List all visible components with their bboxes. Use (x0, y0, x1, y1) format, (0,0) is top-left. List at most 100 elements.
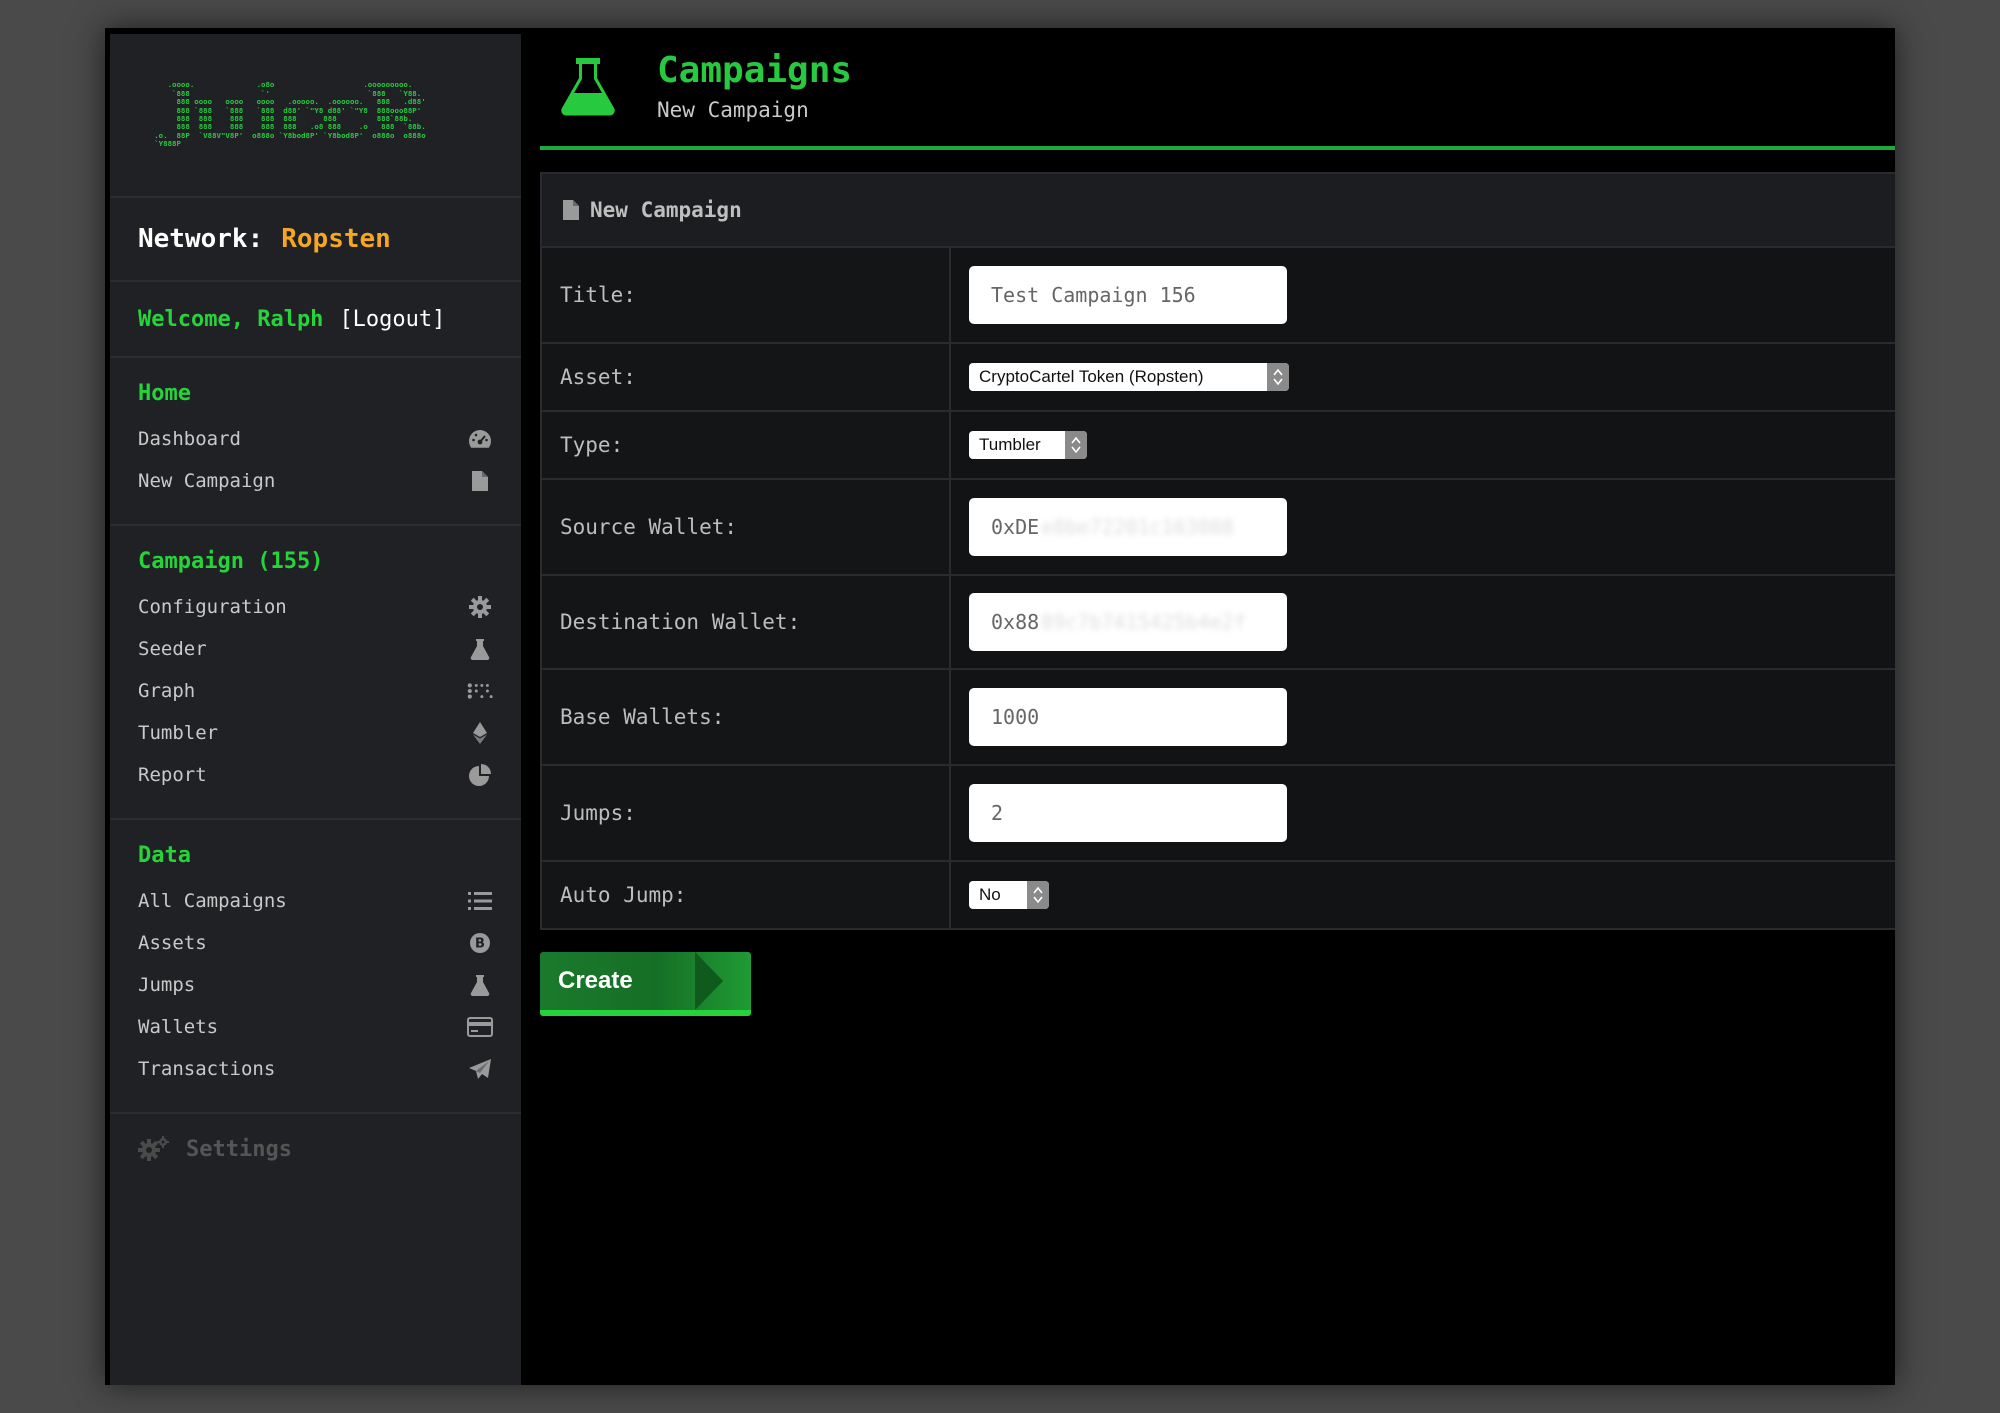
sidebar-item-label: Dashboard (138, 428, 241, 450)
select-arrows-icon (1267, 363, 1289, 391)
bitcoin-icon: B (467, 930, 493, 956)
sidebar-item-label: Wallets (138, 1016, 219, 1038)
sidebar-item-tumbler[interactable]: Tumbler (110, 712, 521, 754)
sidebar-item-label: Transactions (138, 1058, 276, 1080)
nav-section-home: Home Dashboard New Campaign (110, 358, 521, 526)
sidebar-item-jumps[interactable]: Jumps (110, 964, 521, 1006)
sidebar-item-seeder[interactable]: Seeder (110, 628, 521, 670)
list-icon (467, 888, 493, 914)
logout-link[interactable]: [Logout] (339, 307, 445, 332)
welcome-text: Welcome, Ralph (138, 306, 324, 332)
auto-jump-label: Auto Jump: (542, 862, 951, 928)
type-select[interactable]: Tumbler (969, 431, 1087, 459)
nav-heading-campaign[interactable]: Campaign (155) (110, 544, 521, 580)
sidebar-item-assets[interactable]: Assets B (110, 922, 521, 964)
sidebar-item-label: Graph (138, 680, 196, 702)
sidebar-item-all-campaigns[interactable]: All Campaigns (110, 880, 521, 922)
form-row-destination-wallet: Destination Wallet: 0x88 89c7b7415425b4e2… (542, 576, 1895, 670)
credit-card-icon (467, 1014, 493, 1040)
sidebar-item-transactions[interactable]: Transactions (110, 1048, 521, 1090)
type-select-value: Tumbler (979, 435, 1041, 454)
sidebar-item-label: Tumbler (138, 722, 219, 744)
nav-heading-data[interactable]: Data (110, 838, 521, 874)
sidebar-item-settings[interactable]: Settings (110, 1114, 521, 1184)
file-icon (467, 468, 493, 494)
network-label: Network: (138, 224, 264, 254)
page-subtitle: New Campaign (657, 98, 809, 122)
asset-select-value: CryptoCartel Token (Ropsten) (979, 367, 1204, 386)
select-arrows-icon (1065, 431, 1087, 459)
gear-icon (467, 594, 493, 620)
nav-heading-home[interactable]: Home (110, 376, 521, 412)
welcome-bar: Welcome, Ralph [Logout] (110, 282, 521, 358)
destination-wallet-prefix: 0x88 (991, 610, 1040, 634)
file-icon (562, 199, 580, 221)
sidebar-item-wallets[interactable]: Wallets (110, 1006, 521, 1048)
settings-label: Settings (186, 1136, 292, 1162)
source-wallet-label: Source Wallet: (542, 480, 951, 574)
asset-label: Asset: (542, 344, 951, 410)
sidebar-item-label: New Campaign (138, 470, 276, 492)
jumps-label: Jumps: (542, 766, 951, 860)
graph-icon (467, 678, 493, 704)
create-button-label: Create (558, 967, 633, 994)
auto-jump-value: No (979, 885, 1001, 904)
panel-title: New Campaign (590, 198, 742, 222)
ethereum-icon (467, 720, 493, 746)
sidebar-item-label: Jumps (138, 974, 196, 996)
chevron-right-icon (695, 952, 723, 1010)
svg-text:B: B (475, 937, 485, 952)
form-row-type: Type: Tumbler (542, 412, 1895, 480)
base-wallets-input[interactable]: 1000 (969, 688, 1287, 746)
gears-icon (138, 1136, 170, 1162)
form-row-source-wallet: Source Wallet: 0xDE e8be72201c163088 (542, 480, 1895, 576)
sidebar-item-configuration[interactable]: Configuration (110, 586, 521, 628)
network-value: Ropsten (281, 224, 391, 254)
jumps-input[interactable]: 2 (969, 784, 1287, 842)
sidebar-item-label: Report (138, 764, 207, 786)
nav-section-data: Data All Campaigns Assets B Jumps Wallet… (110, 820, 521, 1114)
flask-icon (467, 636, 493, 662)
paper-plane-icon (467, 1056, 493, 1082)
sidebar-item-label: Seeder (138, 638, 207, 660)
auto-jump-select[interactable]: No (969, 881, 1049, 909)
main-content: Campaigns New Campaign New Campaign Titl… (540, 28, 1895, 1385)
sidebar-item-report[interactable]: Report (110, 754, 521, 796)
logo: .oooo. .o8o .ooooooooo. `888 `' `888 `Y8… (110, 34, 521, 198)
flask-icon (560, 56, 616, 120)
network-indicator: Network: Ropsten (110, 198, 521, 282)
sidebar: .oooo. .o8o .ooooooooo. `888 `' `888 `Y8… (110, 34, 521, 1385)
flask-icon (467, 972, 493, 998)
title-label: Title: (542, 248, 951, 342)
sidebar-item-label: Assets (138, 932, 207, 954)
page-header: Campaigns New Campaign (540, 28, 1895, 150)
base-wallets-label: Base Wallets: (542, 670, 951, 764)
pie-chart-icon (467, 762, 493, 788)
asset-select[interactable]: CryptoCartel Token (Ropsten) (969, 363, 1289, 391)
select-arrows-icon (1027, 881, 1049, 909)
destination-wallet-input[interactable]: 0x88 89c7b7415425b4e2f (969, 593, 1287, 651)
type-label: Type: (542, 412, 951, 478)
create-button[interactable]: Create (540, 952, 751, 1016)
sidebar-item-label: All Campaigns (138, 890, 287, 912)
sidebar-item-new-campaign[interactable]: New Campaign (110, 460, 521, 502)
panel-header: New Campaign (542, 174, 1895, 248)
sidebar-item-graph[interactable]: Graph (110, 670, 521, 712)
source-wallet-prefix: 0xDE (991, 515, 1040, 539)
sidebar-item-dashboard[interactable]: Dashboard (110, 418, 521, 460)
page-title: Campaigns (657, 50, 853, 91)
destination-wallet-label: Destination Wallet: (542, 576, 951, 668)
form-row-auto-jump: Auto Jump: No (542, 862, 1895, 928)
form-row-title: Title: Test Campaign 156 (542, 248, 1895, 344)
ascii-logo: .oooo. .o8o .ooooooooo. `888 `' `888 `Y8… (154, 80, 426, 149)
form-row-asset: Asset: CryptoCartel Token (Ropsten) (542, 344, 1895, 412)
form-row-jumps: Jumps: 2 (542, 766, 1895, 862)
title-input[interactable]: Test Campaign 156 (969, 266, 1287, 324)
source-wallet-input[interactable]: 0xDE e8be72201c163088 (969, 498, 1287, 556)
dashboard-icon (467, 426, 493, 452)
form-row-base-wallets: Base Wallets: 1000 (542, 670, 1895, 766)
app-window: .oooo. .o8o .ooooooooo. `888 `' `888 `Y8… (105, 28, 1895, 1385)
source-wallet-redacted: e8be72201c163088 (1041, 515, 1234, 539)
sidebar-item-label: Configuration (138, 596, 287, 618)
new-campaign-panel: New Campaign Title: Test Campaign 156 As… (540, 172, 1895, 930)
